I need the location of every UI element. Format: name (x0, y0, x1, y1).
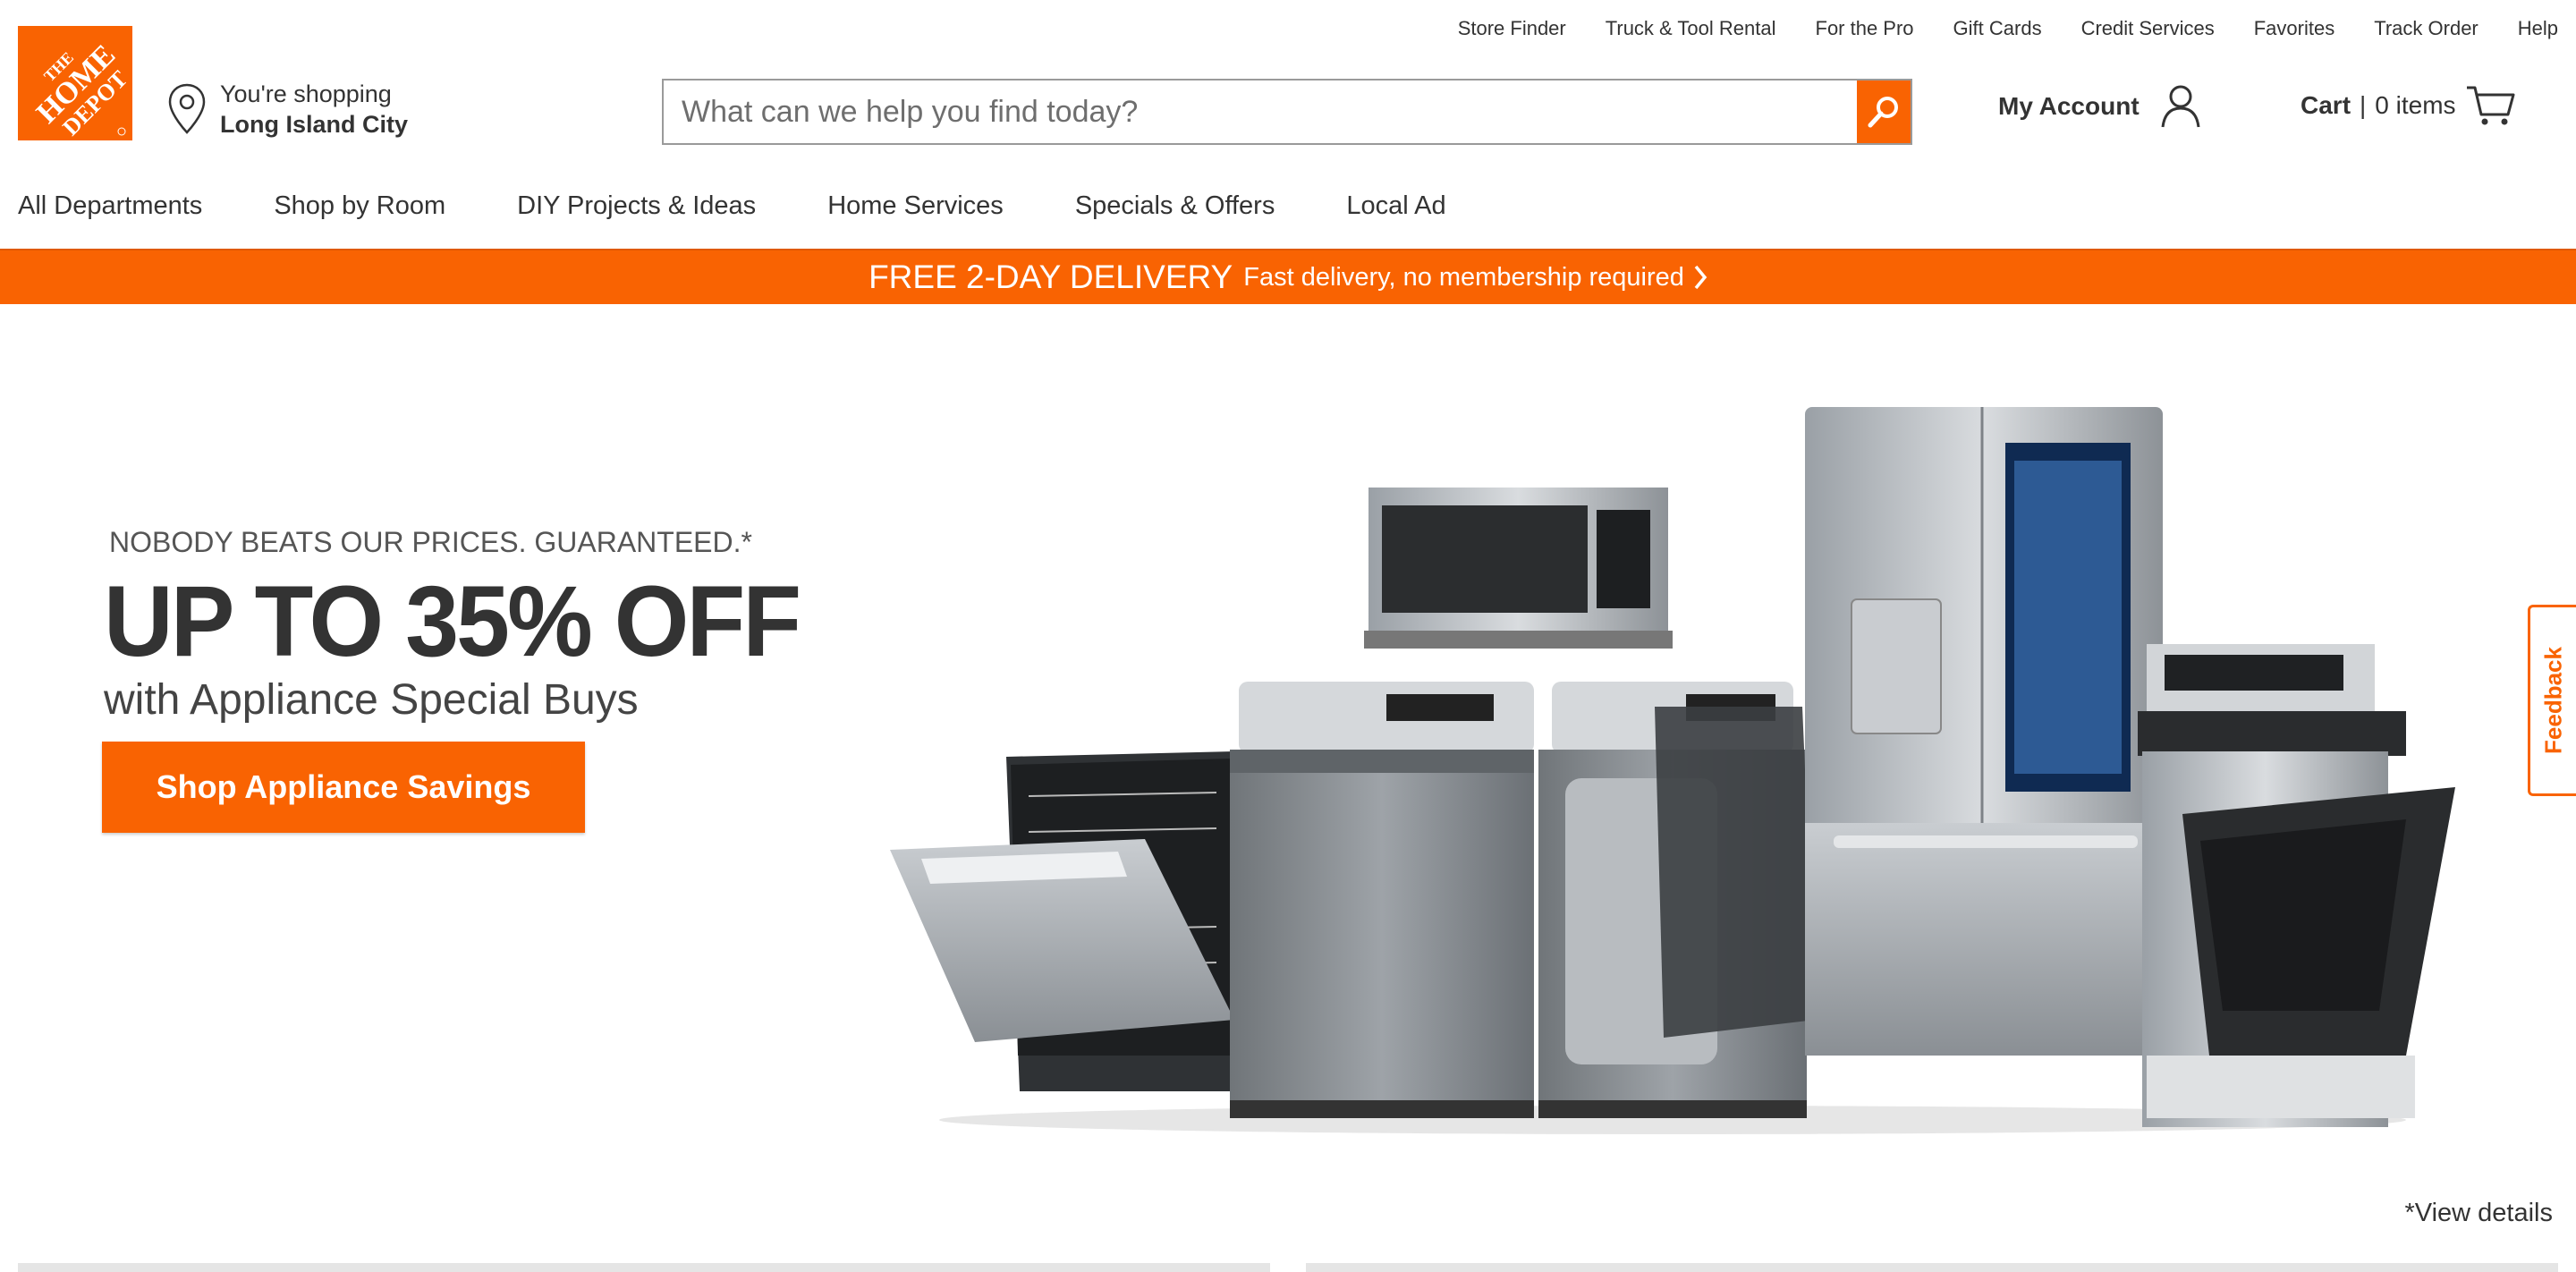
my-account-label: My Account (1998, 92, 2140, 120)
util-link-credit-services[interactable]: Credit Services (2081, 17, 2215, 40)
feedback-label: Feedback (2539, 647, 2566, 754)
hero-subhead: with Appliance Special Buys (104, 676, 639, 724)
search-icon (1868, 97, 1898, 128)
nav-specials-offers[interactable]: Specials & Offers (1075, 191, 1275, 221)
utility-nav: Store Finder Truck & Tool Rental For the… (1458, 17, 2558, 40)
hero-headline: UP TO 35% OFF (104, 565, 801, 677)
content-card-right (1306, 1263, 2558, 1272)
price-guarantee: NOBODY BEATS OUR PRICES. GUARANTEED.* (109, 526, 752, 558)
cart-label: Cart (2301, 91, 2351, 119)
nav-diy-projects[interactable]: DIY Projects & Ideas (517, 191, 756, 221)
store-label: You're shopping (220, 81, 392, 107)
cart-button[interactable]: Cart | 0 items (2301, 84, 2517, 127)
promo-headline: FREE 2-DAY DELIVERY (869, 259, 1233, 295)
cart-icon (2466, 86, 2515, 125)
shop-appliance-savings-button[interactable]: Shop Appliance Savings (102, 742, 585, 833)
nav-local-ad[interactable]: Local Ad (1346, 191, 1445, 221)
chevron-right-icon (1694, 265, 1707, 290)
main-nav: All Departments Shop by Room DIY Project… (18, 191, 1446, 221)
cart-count: 0 items (2375, 91, 2456, 119)
util-link-favorites[interactable]: Favorites (2254, 17, 2334, 40)
home-depot-logo[interactable]: THE HOME DEPOT (18, 26, 132, 140)
promo-detail: Fast delivery, no membership required (1243, 262, 1684, 292)
util-link-gift-cards[interactable]: Gift Cards (1953, 17, 2042, 40)
map-pin-icon (168, 83, 206, 134)
util-link-help[interactable]: Help (2518, 17, 2558, 40)
hero-copy: NOBODY BEATS OUR PRICES. GUARANTEED.* UP… (104, 526, 828, 725)
feedback-tab[interactable]: Feedback (2528, 605, 2576, 796)
util-link-for-the-pro[interactable]: For the Pro (1816, 17, 1914, 40)
search-bar (662, 79, 1912, 145)
view-details-link[interactable]: *View details (2404, 1199, 2553, 1228)
user-icon (2161, 85, 2200, 128)
cart-separator: | (2360, 91, 2367, 119)
nav-home-services[interactable]: Home Services (827, 191, 1004, 221)
nav-shop-by-room[interactable]: Shop by Room (274, 191, 445, 221)
my-account-button[interactable]: My Account (1998, 84, 2202, 129)
nav-all-departments[interactable]: All Departments (18, 191, 202, 221)
store-name: Long Island City (220, 111, 409, 138)
util-link-store-finder[interactable]: Store Finder (1458, 17, 1566, 40)
delivery-promo-banner[interactable]: FREE 2-DAY DELIVERY Fast delivery, no me… (0, 249, 2576, 304)
util-link-truck-tool-rental[interactable]: Truck & Tool Rental (1606, 17, 1776, 40)
appliances-image[interactable] (886, 394, 2478, 1145)
util-link-track-order[interactable]: Track Order (2374, 17, 2479, 40)
store-selector[interactable]: You're shopping Long Island City (166, 79, 408, 140)
search-button[interactable] (1857, 81, 1911, 143)
search-input[interactable] (664, 81, 1857, 143)
content-card-left (18, 1263, 1270, 1272)
